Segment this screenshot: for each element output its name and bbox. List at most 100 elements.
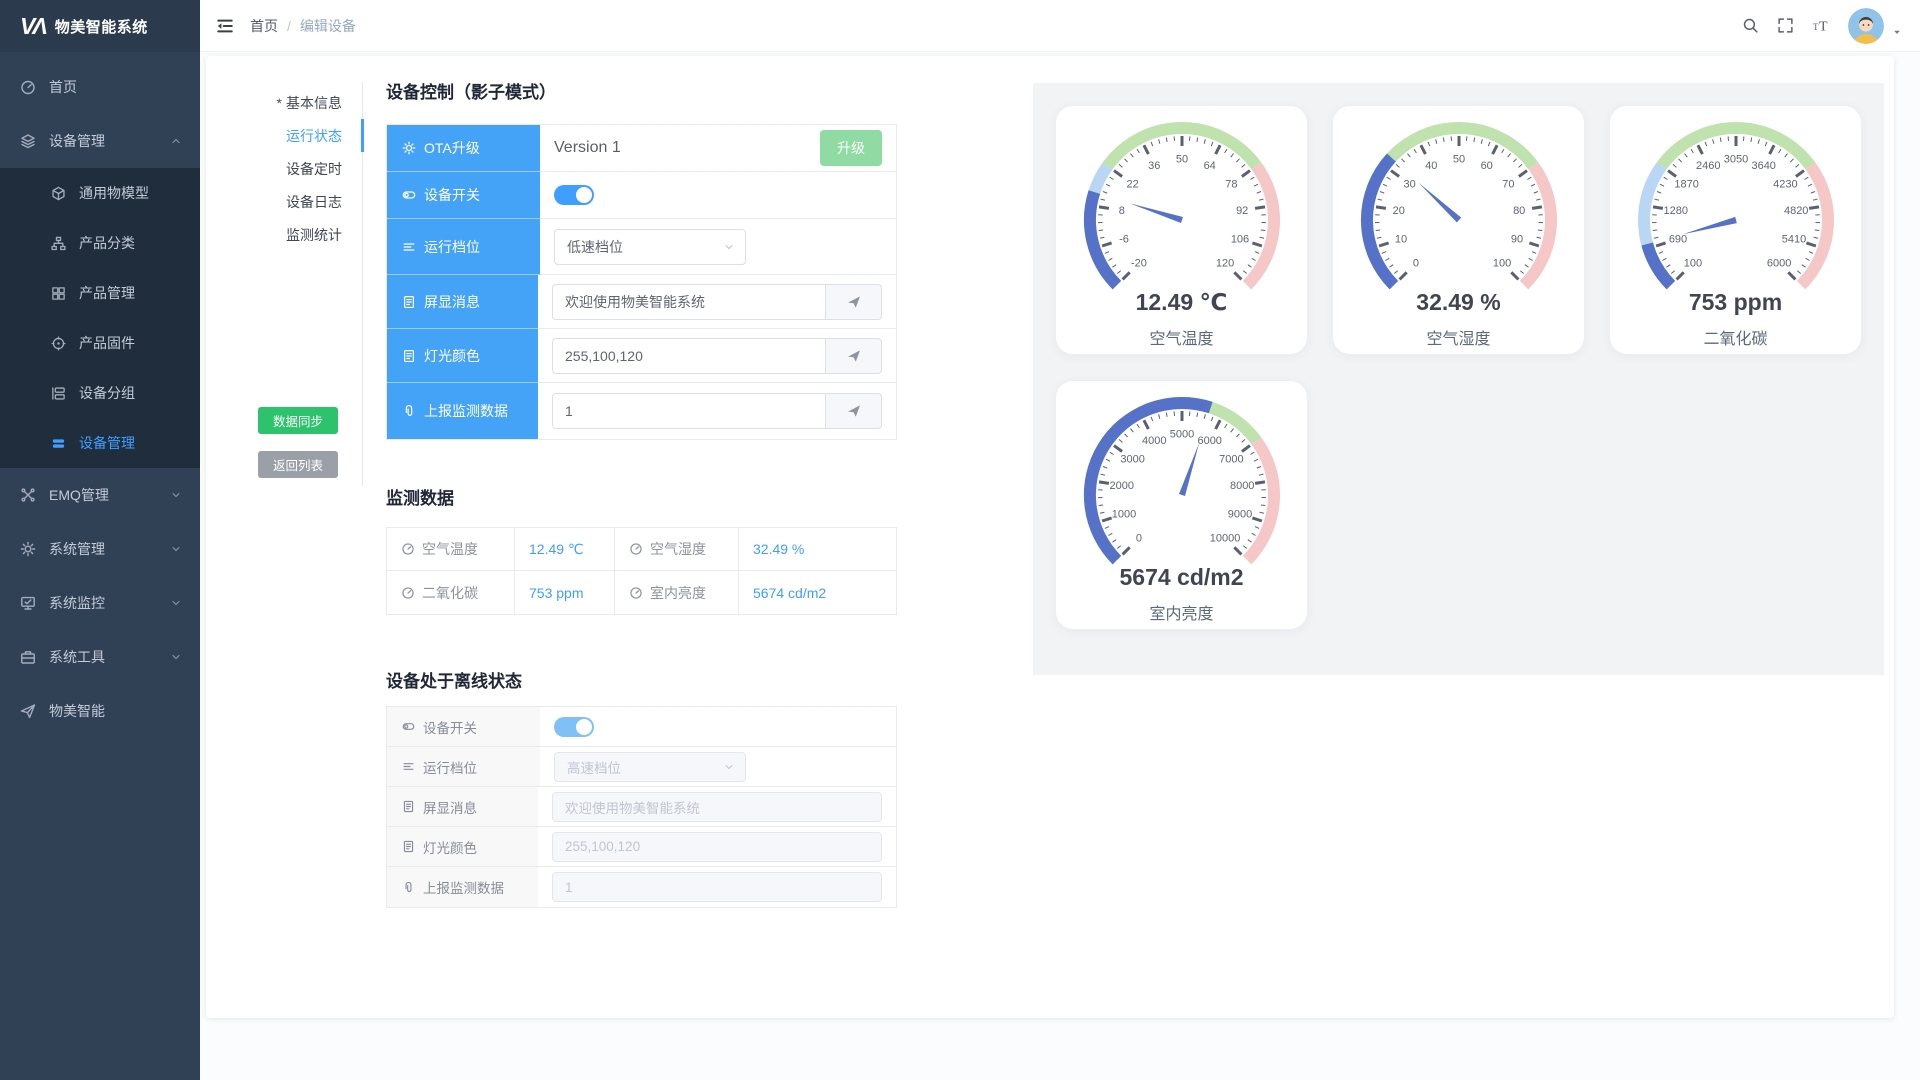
shadow-text-input[interactable] — [552, 393, 826, 429]
send-button[interactable] — [826, 284, 882, 320]
back-to-list-button[interactable]: 返回列表 — [258, 451, 338, 478]
shadow-row-label-text: 上报监测数据 — [424, 401, 508, 421]
device-tab[interactable]: 监测统计 — [206, 218, 362, 251]
font-size-icon[interactable]: TT — [1812, 17, 1830, 35]
gauge-icon — [629, 586, 643, 600]
svg-text:2000: 2000 — [1109, 480, 1133, 492]
sidebar-item[interactable]: EMQ管理 — [0, 468, 200, 522]
toggle-knob — [576, 187, 592, 203]
sidebar-item[interactable]: 系统管理 — [0, 522, 200, 576]
shadow-row-label-text: 灯光颜色 — [424, 346, 480, 366]
bars-icon — [50, 435, 66, 451]
sidebar-item[interactable]: 物美智能 — [0, 684, 200, 738]
device-tab[interactable]: 设备定时 — [206, 152, 362, 185]
shadow-row-label: 上报监测数据 — [387, 383, 538, 439]
sidebar-subitem[interactable]: 设备分组 — [0, 368, 200, 418]
gauge-chart: -20-68223650647892106120 — [1067, 118, 1297, 297]
monitor-label-text: 室内亮度 — [650, 583, 706, 603]
gauge-icon — [629, 542, 643, 556]
svg-text:-6: -6 — [1119, 233, 1129, 245]
shadow-row-label: 灯光颜色 — [387, 329, 538, 383]
gauge-chart: 0100020003000400050006000700080009000100… — [1067, 393, 1297, 572]
send-button[interactable] — [826, 393, 882, 429]
svg-text:1280: 1280 — [1663, 205, 1687, 217]
sidebar-item[interactable]: 首页 — [0, 60, 200, 114]
sidebar-subitem[interactable]: 设备管理 — [0, 418, 200, 468]
offline-row-content — [540, 707, 896, 747]
chevron-down-icon — [723, 761, 735, 773]
upgrade-button[interactable]: 升级 — [820, 130, 882, 166]
sidebar-item-label: 设备管理 — [49, 131, 170, 151]
shadow-row-label-text: 运行档位 — [424, 237, 480, 257]
device-tab[interactable]: 运行状态 — [206, 119, 362, 152]
device-tab[interactable]: 设备日志 — [206, 185, 362, 218]
svg-text:22: 22 — [1126, 179, 1138, 191]
sidebar-subitem-label: 产品分类 — [79, 233, 182, 253]
shadow-text-input[interactable] — [552, 284, 826, 320]
sidebar-submenu: 通用物模型产品分类产品管理产品固件设备分组设备管理 — [0, 168, 200, 468]
avatar[interactable] — [1848, 8, 1884, 44]
sidebar-subitem-label: 通用物模型 — [79, 183, 182, 203]
monitor-label: 空气湿度 — [615, 528, 739, 571]
gauge-title: 二氧化碳 — [1703, 325, 1767, 349]
svg-text:100: 100 — [1492, 258, 1510, 270]
sidebar-subitem[interactable]: 产品分类 — [0, 218, 200, 268]
svg-text:4820: 4820 — [1783, 205, 1807, 217]
tree-icon — [50, 235, 66, 251]
monitor-value: 12.49 ℃ — [515, 528, 615, 571]
sidebar-item[interactable]: 设备管理 — [0, 114, 200, 168]
shadow-control-table: OTA升级Version 1升级设备开关运行档位低速档位屏显消息灯光颜色上报监测… — [386, 124, 897, 440]
sidebar-item[interactable]: 系统工具 — [0, 630, 200, 684]
device-tab-label: 监测统计 — [286, 225, 342, 245]
svg-text:64: 64 — [1203, 160, 1215, 172]
offline-row-label-text: 屏显消息 — [423, 797, 477, 817]
shadow-text-input[interactable] — [552, 338, 826, 374]
sidebar-subitem[interactable]: 产品管理 — [0, 268, 200, 318]
gauge-icon — [401, 542, 415, 556]
gauge-value: 5674 cd/m2 — [1119, 564, 1243, 591]
shadow-row: 设备开关 — [387, 172, 896, 219]
monitor-panel-title: 监测数据 — [386, 484, 897, 509]
data-sync-button[interactable]: 数据同步 — [258, 407, 338, 434]
breadcrumb: 首页 / 编辑设备 — [250, 16, 356, 36]
offline-status-table: 设备开关运行档位高速档位屏显消息欢迎使用物美智能系统灯光颜色255,100,12… — [386, 706, 897, 908]
cube-icon — [50, 185, 66, 201]
svg-text:5410: 5410 — [1781, 233, 1805, 245]
device-tab-label: 基本信息 — [286, 93, 342, 113]
switch-icon — [402, 188, 416, 202]
sidebar-subitem-label: 设备分组 — [79, 383, 182, 403]
shadow-row: OTA升级Version 1升级 — [387, 125, 896, 172]
svg-text:690: 690 — [1668, 233, 1686, 245]
caret-down-icon[interactable] — [1892, 24, 1902, 42]
send-button[interactable] — [826, 338, 882, 374]
svg-text:9000: 9000 — [1227, 508, 1251, 520]
shadow-row-content — [538, 383, 896, 439]
gauge-value: 32.49 % — [1416, 289, 1500, 316]
monitor-icon — [20, 595, 36, 611]
device-tab[interactable]: *基本信息 — [206, 86, 362, 119]
device-tab-label: 运行状态 — [286, 126, 342, 146]
shadow-row-content — [540, 172, 896, 219]
disabled-text-input: 1 — [552, 872, 882, 902]
run-gear-select[interactable]: 低速档位 — [554, 229, 746, 265]
switch-icon — [402, 720, 415, 733]
sidebar-subitem[interactable]: 产品固件 — [0, 318, 200, 368]
sidebar-item[interactable]: 系统监控 — [0, 576, 200, 630]
svg-text:50: 50 — [1175, 154, 1187, 166]
offline-row-content: 1 — [538, 867, 896, 907]
chevron-down-icon — [170, 489, 182, 501]
sidebar-menu: 首页设备管理通用物模型产品分类产品管理产品固件设备分组设备管理EMQ管理系统管理… — [0, 52, 200, 738]
sidebar-collapse-icon[interactable] — [216, 17, 234, 35]
shadow-panel-title: 设备控制（影子模式） — [386, 78, 897, 103]
breadcrumb-home[interactable]: 首页 — [250, 16, 278, 36]
fullscreen-icon[interactable] — [1777, 17, 1794, 34]
list-icon — [402, 760, 415, 773]
select-value: 低速档位 — [567, 237, 623, 257]
device-switch-toggle[interactable] — [554, 185, 594, 205]
sidebar-subitem[interactable]: 通用物模型 — [0, 168, 200, 218]
offline-row-label-text: 运行档位 — [423, 757, 477, 777]
search-icon[interactable] — [1742, 17, 1759, 34]
offline-row-label-text: 设备开关 — [423, 717, 477, 737]
firmware-version-text: Version 1 — [554, 139, 621, 157]
offline-row: 运行档位高速档位 — [387, 747, 896, 787]
